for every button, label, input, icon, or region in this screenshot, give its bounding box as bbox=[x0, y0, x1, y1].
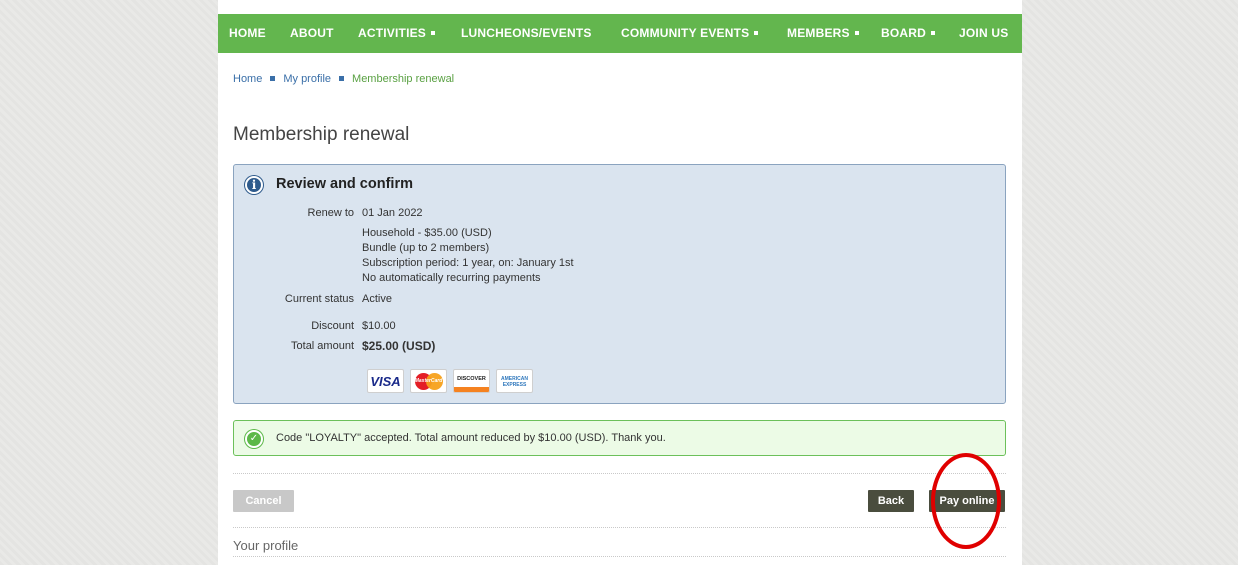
header-strip bbox=[218, 0, 1022, 14]
plan-line: Bundle (up to 2 members) bbox=[362, 242, 490, 254]
nav-item-luncheons-events[interactable]: LUNCHEONS/EVENTS bbox=[461, 14, 592, 53]
mastercard-icon: MasterCard bbox=[410, 369, 447, 393]
review-confirm-panel: i Review and confirm Renew to 01 Jan 202… bbox=[233, 164, 1006, 404]
breadcrumb-home[interactable]: Home bbox=[233, 73, 262, 85]
discount-value: $10.00 bbox=[362, 320, 396, 332]
nav-item-join-us[interactable]: JOIN US bbox=[959, 14, 1008, 53]
cancel-button[interactable]: Cancel bbox=[233, 490, 294, 512]
breadcrumb-separator-icon bbox=[339, 75, 345, 81]
nav-item-home[interactable]: HOME bbox=[229, 14, 266, 53]
total-amount-value: $25.00 (USD) bbox=[362, 339, 436, 353]
discount-label: Discount bbox=[311, 320, 354, 332]
breadcrumb: Home My profile Membership renewal bbox=[233, 73, 454, 85]
dropdown-indicator-icon bbox=[431, 30, 436, 35]
check-circle-icon: ✓ bbox=[245, 430, 263, 448]
discover-card-icon: DISCOVER bbox=[453, 369, 490, 393]
coupon-success-message: ✓ Code "LOYALTY" accepted. Total amount … bbox=[233, 420, 1006, 456]
current-status-value: Active bbox=[362, 293, 392, 305]
plan-line: Subscription period: 1 year, on: January… bbox=[362, 257, 574, 269]
review-title: Review and confirm bbox=[276, 176, 413, 192]
dropdown-indicator-icon bbox=[931, 30, 935, 35]
red-circle-annotation bbox=[931, 453, 1001, 549]
total-amount-label: Total amount bbox=[291, 340, 354, 352]
success-message-text: Code "LOYALTY" accepted. Total amount re… bbox=[276, 432, 666, 444]
dropdown-indicator-icon bbox=[854, 30, 859, 35]
visa-card-icon: VISA bbox=[367, 369, 404, 393]
divider bbox=[233, 473, 1006, 474]
breadcrumb-separator-icon bbox=[270, 75, 276, 81]
dropdown-indicator-icon bbox=[754, 30, 759, 35]
nav-item-activities[interactable]: ACTIVITIES bbox=[358, 14, 436, 53]
page-title: Membership renewal bbox=[233, 124, 410, 145]
plan-line: Household - $35.00 (USD) bbox=[362, 227, 492, 239]
renew-to-value: 01 Jan 2022 bbox=[362, 207, 423, 219]
plan-line: No automatically recurring payments bbox=[362, 272, 541, 284]
nav-item-community-events[interactable]: COMMUNITY EVENTS bbox=[621, 14, 759, 53]
info-icon: i bbox=[245, 176, 263, 194]
nav-item-members[interactable]: MEMBERS bbox=[787, 14, 859, 53]
breadcrumb-current: Membership renewal bbox=[352, 73, 455, 85]
your-profile-heading: Your profile bbox=[233, 538, 299, 553]
main-navigation: HOME ABOUT ACTIVITIES LUNCHEONS/EVENTS C… bbox=[218, 14, 1022, 53]
back-button[interactable]: Back bbox=[868, 490, 914, 512]
divider bbox=[233, 556, 1006, 557]
divider bbox=[233, 527, 1006, 528]
page-content: HOME ABOUT ACTIVITIES LUNCHEONS/EVENTS C… bbox=[218, 0, 1022, 565]
page-background-right bbox=[1022, 0, 1238, 565]
nav-item-board[interactable]: BOARD bbox=[881, 14, 935, 53]
breadcrumb-my-profile[interactable]: My profile bbox=[283, 73, 331, 85]
renew-to-label: Renew to bbox=[307, 207, 354, 219]
current-status-label: Current status bbox=[284, 293, 354, 305]
page-background-left bbox=[0, 0, 218, 565]
amex-card-icon: AMERICAN EXPRESS bbox=[496, 369, 533, 393]
nav-item-about[interactable]: ABOUT bbox=[290, 14, 334, 53]
